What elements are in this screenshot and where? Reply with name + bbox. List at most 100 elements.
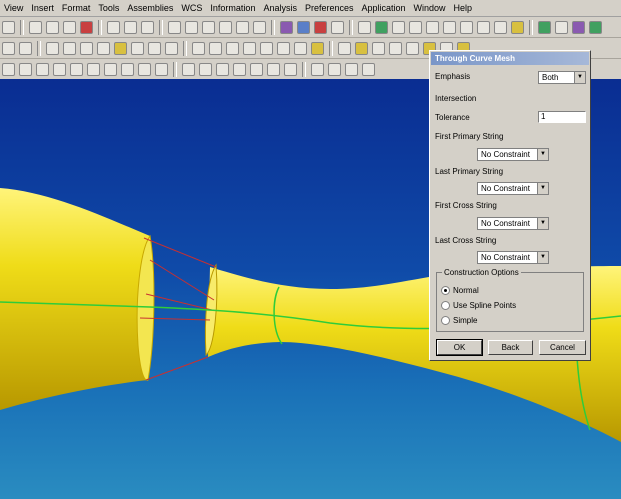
paste-icon[interactable] — [63, 20, 76, 34]
radio-simple[interactable] — [441, 316, 450, 325]
menu-assemblies[interactable]: Assemblies — [123, 3, 177, 13]
blend-icon[interactable] — [165, 41, 178, 55]
trim-curve-icon[interactable] — [199, 62, 212, 76]
menu-insert[interactable]: Insert — [27, 3, 58, 13]
ellipse-icon[interactable] — [70, 62, 83, 76]
orient-icon[interactable] — [236, 20, 249, 34]
last-primary-select[interactable]: No Constraint ▼ — [477, 182, 549, 195]
zoom-icon[interactable] — [185, 20, 198, 34]
copy-icon[interactable] — [46, 20, 59, 34]
revolve-icon[interactable] — [80, 41, 93, 55]
plane-icon[interactable] — [226, 41, 239, 55]
model-icon[interactable] — [375, 20, 388, 34]
helix-icon[interactable] — [121, 62, 134, 76]
display-icon[interactable] — [511, 20, 524, 34]
menu-information[interactable]: Information — [206, 3, 259, 13]
divide-curve-icon[interactable] — [216, 62, 229, 76]
point-set-icon[interactable] — [2, 62, 15, 76]
surface-icon[interactable] — [338, 41, 351, 55]
stretch-icon[interactable] — [250, 62, 263, 76]
offset-icon[interactable] — [372, 41, 385, 55]
feature-icon[interactable] — [2, 41, 15, 55]
rectangle-icon[interactable] — [36, 62, 49, 76]
fillet-curve-icon[interactable] — [267, 62, 280, 76]
snap-icon[interactable] — [443, 20, 456, 34]
cube-icon[interactable] — [538, 20, 551, 34]
view-cube-icon[interactable] — [280, 20, 293, 34]
pattern-icon[interactable] — [114, 41, 127, 55]
join-curve-icon[interactable] — [284, 62, 297, 76]
section-icon[interactable] — [345, 62, 358, 76]
rotate-icon[interactable] — [219, 20, 232, 34]
menu-view[interactable]: View — [0, 3, 27, 13]
sphere-icon[interactable] — [311, 41, 324, 55]
hole-icon[interactable] — [192, 41, 205, 55]
radio-spline-points[interactable] — [441, 301, 450, 310]
first-cross-select[interactable]: No Constraint ▼ — [477, 217, 549, 230]
cancel-button[interactable]: Cancel — [539, 340, 586, 355]
mirror-icon[interactable] — [131, 41, 144, 55]
menu-window[interactable]: Window — [410, 3, 450, 13]
undo-icon[interactable] — [107, 20, 120, 34]
block-icon[interactable] — [260, 41, 273, 55]
menu-wcs[interactable]: WCS — [177, 3, 206, 13]
edit-icon[interactable] — [124, 20, 137, 34]
render-icon[interactable] — [314, 20, 327, 34]
select-icon[interactable] — [494, 20, 507, 34]
fit-view-icon[interactable] — [168, 20, 181, 34]
info-icon[interactable] — [409, 20, 422, 34]
menu-help[interactable]: Help — [450, 3, 477, 13]
polygon-icon[interactable] — [53, 62, 66, 76]
edit-curve-icon[interactable] — [182, 62, 195, 76]
sew-icon[interactable] — [389, 41, 402, 55]
point-icon[interactable] — [209, 41, 222, 55]
cut-icon[interactable] — [29, 20, 42, 34]
dialog-title[interactable]: Through Curve Mesh — [431, 52, 589, 65]
save-icon[interactable] — [2, 20, 15, 34]
extract-icon[interactable] — [362, 62, 375, 76]
shading-icon[interactable] — [297, 20, 310, 34]
cone-icon[interactable] — [294, 41, 307, 55]
chart-icon[interactable] — [460, 20, 473, 34]
green-box-icon[interactable] — [589, 20, 602, 34]
spline-icon[interactable] — [104, 62, 117, 76]
refresh-icon[interactable] — [253, 20, 266, 34]
first-primary-select[interactable]: No Constraint ▼ — [477, 148, 549, 161]
emphasis-select[interactable]: Both ▼ — [538, 71, 586, 84]
sweep-icon[interactable] — [97, 41, 110, 55]
extrude-icon[interactable] — [63, 41, 76, 55]
filter-icon[interactable] — [477, 20, 490, 34]
menu-analysis[interactable]: Analysis — [259, 3, 301, 13]
flag-icon[interactable] — [572, 20, 585, 34]
mesh-icon[interactable] — [355, 41, 368, 55]
sketch-icon[interactable] — [46, 41, 59, 55]
tool-icon[interactable] — [141, 20, 154, 34]
thicken-icon[interactable] — [406, 41, 419, 55]
arc-icon[interactable] — [87, 62, 100, 76]
menu-tools[interactable]: Tools — [94, 3, 123, 13]
link-icon[interactable] — [19, 41, 32, 55]
measure-icon[interactable] — [392, 20, 405, 34]
tolerance-input[interactable]: 1 — [538, 111, 586, 123]
pan-icon[interactable] — [202, 20, 215, 34]
cylinder-icon[interactable] — [277, 41, 290, 55]
text-icon[interactable] — [138, 62, 151, 76]
axis-icon[interactable] — [243, 41, 256, 55]
project-icon[interactable] — [311, 62, 324, 76]
line-icon[interactable] — [19, 62, 32, 76]
pencil-icon[interactable] — [555, 20, 568, 34]
last-cross-select[interactable]: No Constraint ▼ — [477, 251, 549, 264]
radio-normal[interactable] — [441, 286, 450, 295]
delete-icon[interactable] — [80, 20, 93, 34]
menu-preferences[interactable]: Preferences — [301, 3, 358, 13]
trim-icon[interactable] — [148, 41, 161, 55]
ok-button[interactable]: OK — [436, 339, 483, 356]
layer-icon[interactable] — [331, 20, 344, 34]
chamfer-icon[interactable] — [155, 62, 168, 76]
curve-length-icon[interactable] — [233, 62, 246, 76]
intersect-icon[interactable] — [328, 62, 341, 76]
analysis-icon[interactable] — [358, 20, 371, 34]
menu-format[interactable]: Format — [58, 3, 95, 13]
menu-application[interactable]: Application — [358, 3, 410, 13]
grid-icon[interactable] — [426, 20, 439, 34]
